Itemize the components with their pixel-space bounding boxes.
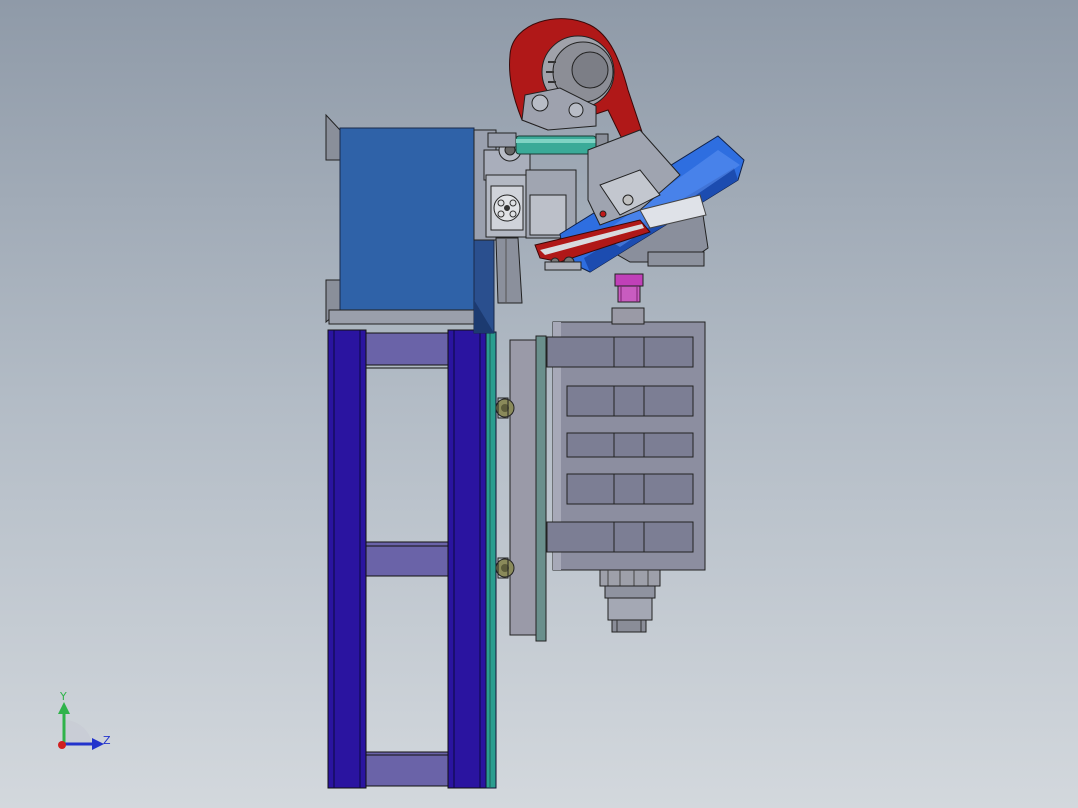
spindle-nose xyxy=(607,597,653,621)
vertical-frame xyxy=(327,329,497,789)
motor-bracket-top xyxy=(325,113,341,161)
carriage-plate xyxy=(509,339,539,636)
spindle-nose-flange xyxy=(599,569,661,587)
frame-crossbar-middle xyxy=(365,541,449,577)
frame-crossbar-bottom xyxy=(365,751,449,787)
z-axis-label: Z xyxy=(103,734,111,747)
spindle-housing xyxy=(546,307,706,633)
cylinder-barrel xyxy=(515,135,597,155)
y-arrow-icon xyxy=(58,702,70,714)
carriage-mount xyxy=(535,335,547,642)
assembly-drawing: Y Z xyxy=(58,18,745,789)
fin-block-2 xyxy=(566,385,694,417)
spindle-neck xyxy=(611,307,645,325)
linear-rail xyxy=(485,331,497,789)
x-axis-dot xyxy=(58,741,66,749)
fin-block-4 xyxy=(566,473,694,505)
y-axis-label: Y xyxy=(59,690,67,703)
triad-plane xyxy=(64,719,92,744)
fin-block-3 xyxy=(566,432,694,458)
motor-box xyxy=(339,127,475,311)
coordinate-triad: Y Z xyxy=(58,690,111,750)
fin-block-1 xyxy=(546,336,694,368)
motor-block xyxy=(325,113,495,334)
frame-crossbar-top xyxy=(365,332,449,366)
coupling xyxy=(614,273,644,303)
spindle-carriage xyxy=(495,335,547,642)
belt-drive xyxy=(509,18,645,146)
support-arm xyxy=(495,237,523,304)
cad-viewport[interactable]: Y Z xyxy=(0,0,1078,808)
fin-block-5 xyxy=(546,521,694,553)
